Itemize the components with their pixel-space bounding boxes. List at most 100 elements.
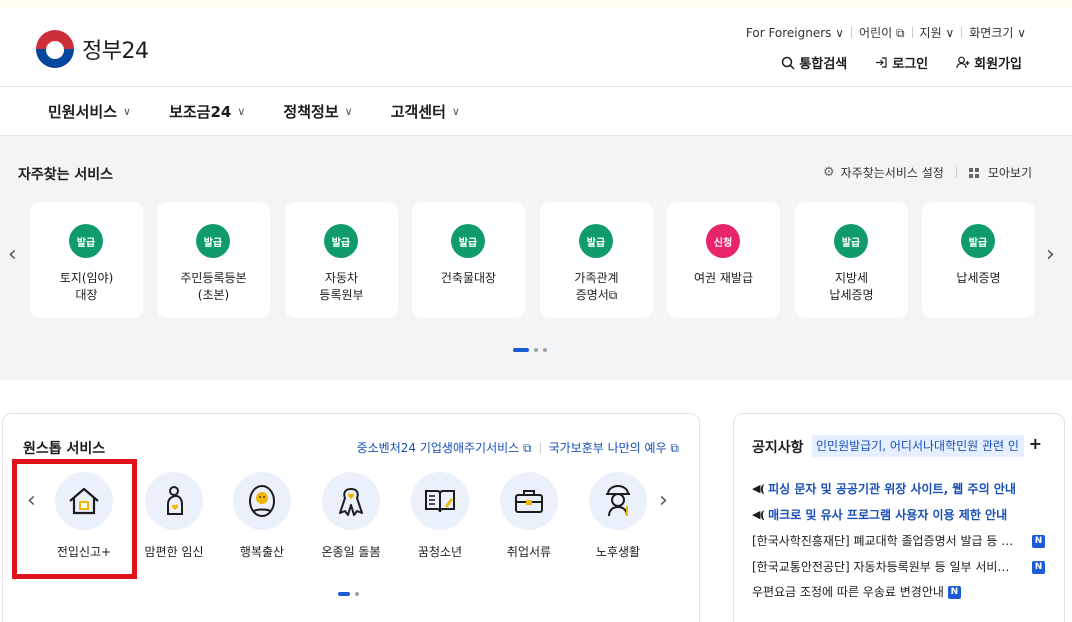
divider — [961, 27, 963, 38]
card-label: 건축물대장 — [440, 271, 497, 285]
carousel-prev-button[interactable]: ‹ — [8, 242, 17, 267]
service-item-youth[interactable]: 꿈청소년 — [400, 472, 480, 560]
grid-icon — [968, 167, 979, 178]
gnb-customer-center[interactable]: 고객센터 ∨ — [391, 101, 460, 122]
collect-view-link[interactable]: 모아보기 — [988, 164, 1032, 181]
for-foreigners-link[interactable]: For Foreigners ∨ — [746, 26, 844, 40]
notice-text: [한국교통안전공단] 자동차등록원부 등 일부 서비… — [752, 560, 1010, 574]
chevron-right-icon: › — [1046, 242, 1055, 267]
chevron-right-icon: › — [659, 488, 668, 513]
notice-item[interactable]: [한국사학진흥재단] 폐교대학 졸업증명서 발급 등 … N — [752, 533, 1052, 549]
one-stop-links: 중소벤처24 기업생애주기서비스 ⧉ 국가보훈부 나만의 예우 ⧉ — [357, 439, 679, 456]
one-stop-pagination — [338, 592, 359, 596]
card-label: 주민등록등본 (초본) — [180, 271, 247, 302]
gnb-policy-info[interactable]: 정책정보 ∨ — [283, 101, 352, 122]
screen-size-menu[interactable]: 화면크기 ∨ — [969, 24, 1026, 41]
gnb-civil-service[interactable]: 민원서비스 ∨ — [48, 101, 131, 122]
apply-badge: 신청 — [706, 224, 740, 258]
divider — [911, 27, 913, 38]
notice-text: 매크로 및 유사 프로그램 사용자 이용 제한 안내 — [768, 508, 1008, 522]
issue-badge: 발급 — [961, 224, 995, 258]
chevron-left-icon: ‹ — [8, 242, 17, 267]
service-item-birth[interactable]: 행복출산 — [222, 472, 302, 560]
service-card[interactable]: 발급 자동차 등록원부 — [285, 202, 398, 318]
notice-item[interactable]: 우편요금 조정에 따른 우송료 변경안내 N — [752, 584, 1052, 600]
frequent-services-section: 자주찾는 서비스 ⚙ 자주찾는서비스 설정 모아보기 ‹ 발급 토지(임야) 대… — [0, 136, 1072, 380]
section-title: 공지사항 — [752, 440, 804, 456]
pregnancy-icon — [145, 472, 203, 530]
notice-item[interactable]: [한국교통안전공단] 자동차등록원부 등 일부 서비… N — [752, 559, 1052, 575]
notice-more-button[interactable]: + — [1029, 434, 1042, 453]
top-strip — [0, 0, 1072, 8]
favorites-tools: ⚙ 자주찾는서비스 설정 모아보기 — [823, 164, 1032, 181]
service-card[interactable]: 발급 토지(임야) 대장 — [30, 202, 143, 318]
gnb-label: 고객센터 — [390, 103, 446, 121]
issue-badge: 발급 — [196, 224, 230, 258]
megaphone-icon: ◀︎⦅ — [752, 508, 765, 521]
page-dot[interactable] — [355, 592, 359, 596]
book-icon — [411, 472, 469, 530]
chevron-down-icon: ∨ — [451, 105, 460, 118]
card-label: 지방세 납세증명 — [829, 271, 874, 302]
briefcase-icon — [500, 472, 558, 530]
login-label: 로그인 — [892, 57, 929, 72]
service-card[interactable]: 발급 지방세 납세증명 — [795, 202, 908, 318]
gear-icon: ⚙ — [822, 165, 835, 180]
support-menu[interactable]: 지원 ∨ — [920, 24, 955, 41]
new-badge: N — [1032, 560, 1045, 574]
notice-item[interactable]: ◀︎⦅ 매크로 및 유사 프로그램 사용자 이용 제한 안내 — [752, 507, 1052, 523]
service-item-pregnancy[interactable]: 맘편한 임신 — [134, 472, 214, 560]
service-card[interactable]: 발급 주민등록등본 (초본) — [157, 202, 270, 318]
kids-link[interactable]: 어린이 ⧉ — [859, 24, 905, 41]
page-dot[interactable] — [534, 348, 538, 352]
chevron-down-icon: ∨ — [123, 105, 132, 118]
chevron-down-icon: ∨ — [344, 105, 353, 118]
signup-button[interactable]: 회원가입 — [956, 53, 1022, 72]
service-card[interactable]: 신청 여권 재발급 — [667, 202, 780, 318]
search-icon — [782, 56, 795, 70]
card-label: 여권 재발급 — [693, 271, 753, 285]
search-label: 통합검색 — [799, 57, 848, 72]
service-item-care[interactable]: 온종일 돌봄 — [311, 472, 391, 560]
one-stop-next-button[interactable]: › — [659, 488, 668, 513]
notice-text: 우편요금 조정에 따른 우송료 변경안내 — [752, 585, 944, 599]
main-navigation: 민원서비스 ∨ 보조금24 ∨ 정책정보 ∨ 고객센터 ∨ — [0, 86, 1072, 136]
site-logo[interactable]: 정부24 — [36, 30, 149, 68]
issue-badge: 발급 — [69, 224, 103, 258]
notice-item[interactable]: ◀︎⦅ 피싱 문자 및 공공기관 위장 사이트, 웹 주의 안내 — [752, 481, 1052, 497]
service-label: 취업서류 — [506, 545, 552, 559]
card-label: 자동차 등록원부 — [319, 271, 364, 302]
service-item-job-docs[interactable]: 취업서류 — [489, 472, 569, 560]
new-badge: N — [1032, 534, 1045, 548]
taegeuk-logo-icon — [36, 30, 74, 68]
carousel-next-button[interactable]: › — [1046, 242, 1055, 267]
service-item-retirement[interactable]: 노후생활 — [578, 472, 658, 560]
service-card[interactable]: 발급 납세증명 — [922, 202, 1035, 318]
service-card[interactable]: 발급 건축물대장 — [412, 202, 525, 318]
card-label: 토지(임야) 대장 — [59, 271, 114, 302]
divider — [539, 442, 541, 453]
page-dot[interactable] — [543, 348, 547, 352]
page-dot-active[interactable] — [513, 348, 529, 352]
service-card[interactable]: 발급 가족관계 증명서⧉ — [540, 202, 653, 318]
gnb-label: 정책정보 — [283, 103, 339, 121]
page-dot-active[interactable] — [338, 592, 350, 596]
signup-label: 회원가입 — [974, 57, 1022, 72]
user-add-icon — [956, 56, 970, 69]
issue-badge: 발급 — [834, 224, 868, 258]
baby-icon — [233, 472, 291, 530]
section-title: 자주찾는 서비스 — [18, 167, 114, 183]
login-button[interactable]: 로그인 — [875, 53, 928, 72]
search-button[interactable]: 통합검색 — [781, 53, 847, 72]
carousel-pagination — [513, 348, 547, 352]
sme-lifecycle-link[interactable]: 중소벤처24 기업생애주기서비스 ⧉ — [357, 439, 532, 456]
veterans-link[interactable]: 국가보훈부 나만의 예우 ⧉ — [549, 439, 679, 456]
gnb-subsidy24[interactable]: 보조금24 ∨ — [169, 101, 245, 122]
section-title: 원스톱 서비스 — [23, 441, 106, 457]
service-label: 맘편한 임신 — [144, 545, 204, 559]
notice-ticker[interactable]: 인민원발급기, 어디서나대학민원 관련 인 — [812, 435, 1024, 457]
plus-icon: + — [1028, 434, 1042, 453]
service-label: 온종일 돌봄 — [321, 545, 381, 559]
favorites-settings-link[interactable]: 자주찾는서비스 설정 — [841, 164, 944, 181]
login-icon — [876, 57, 887, 68]
